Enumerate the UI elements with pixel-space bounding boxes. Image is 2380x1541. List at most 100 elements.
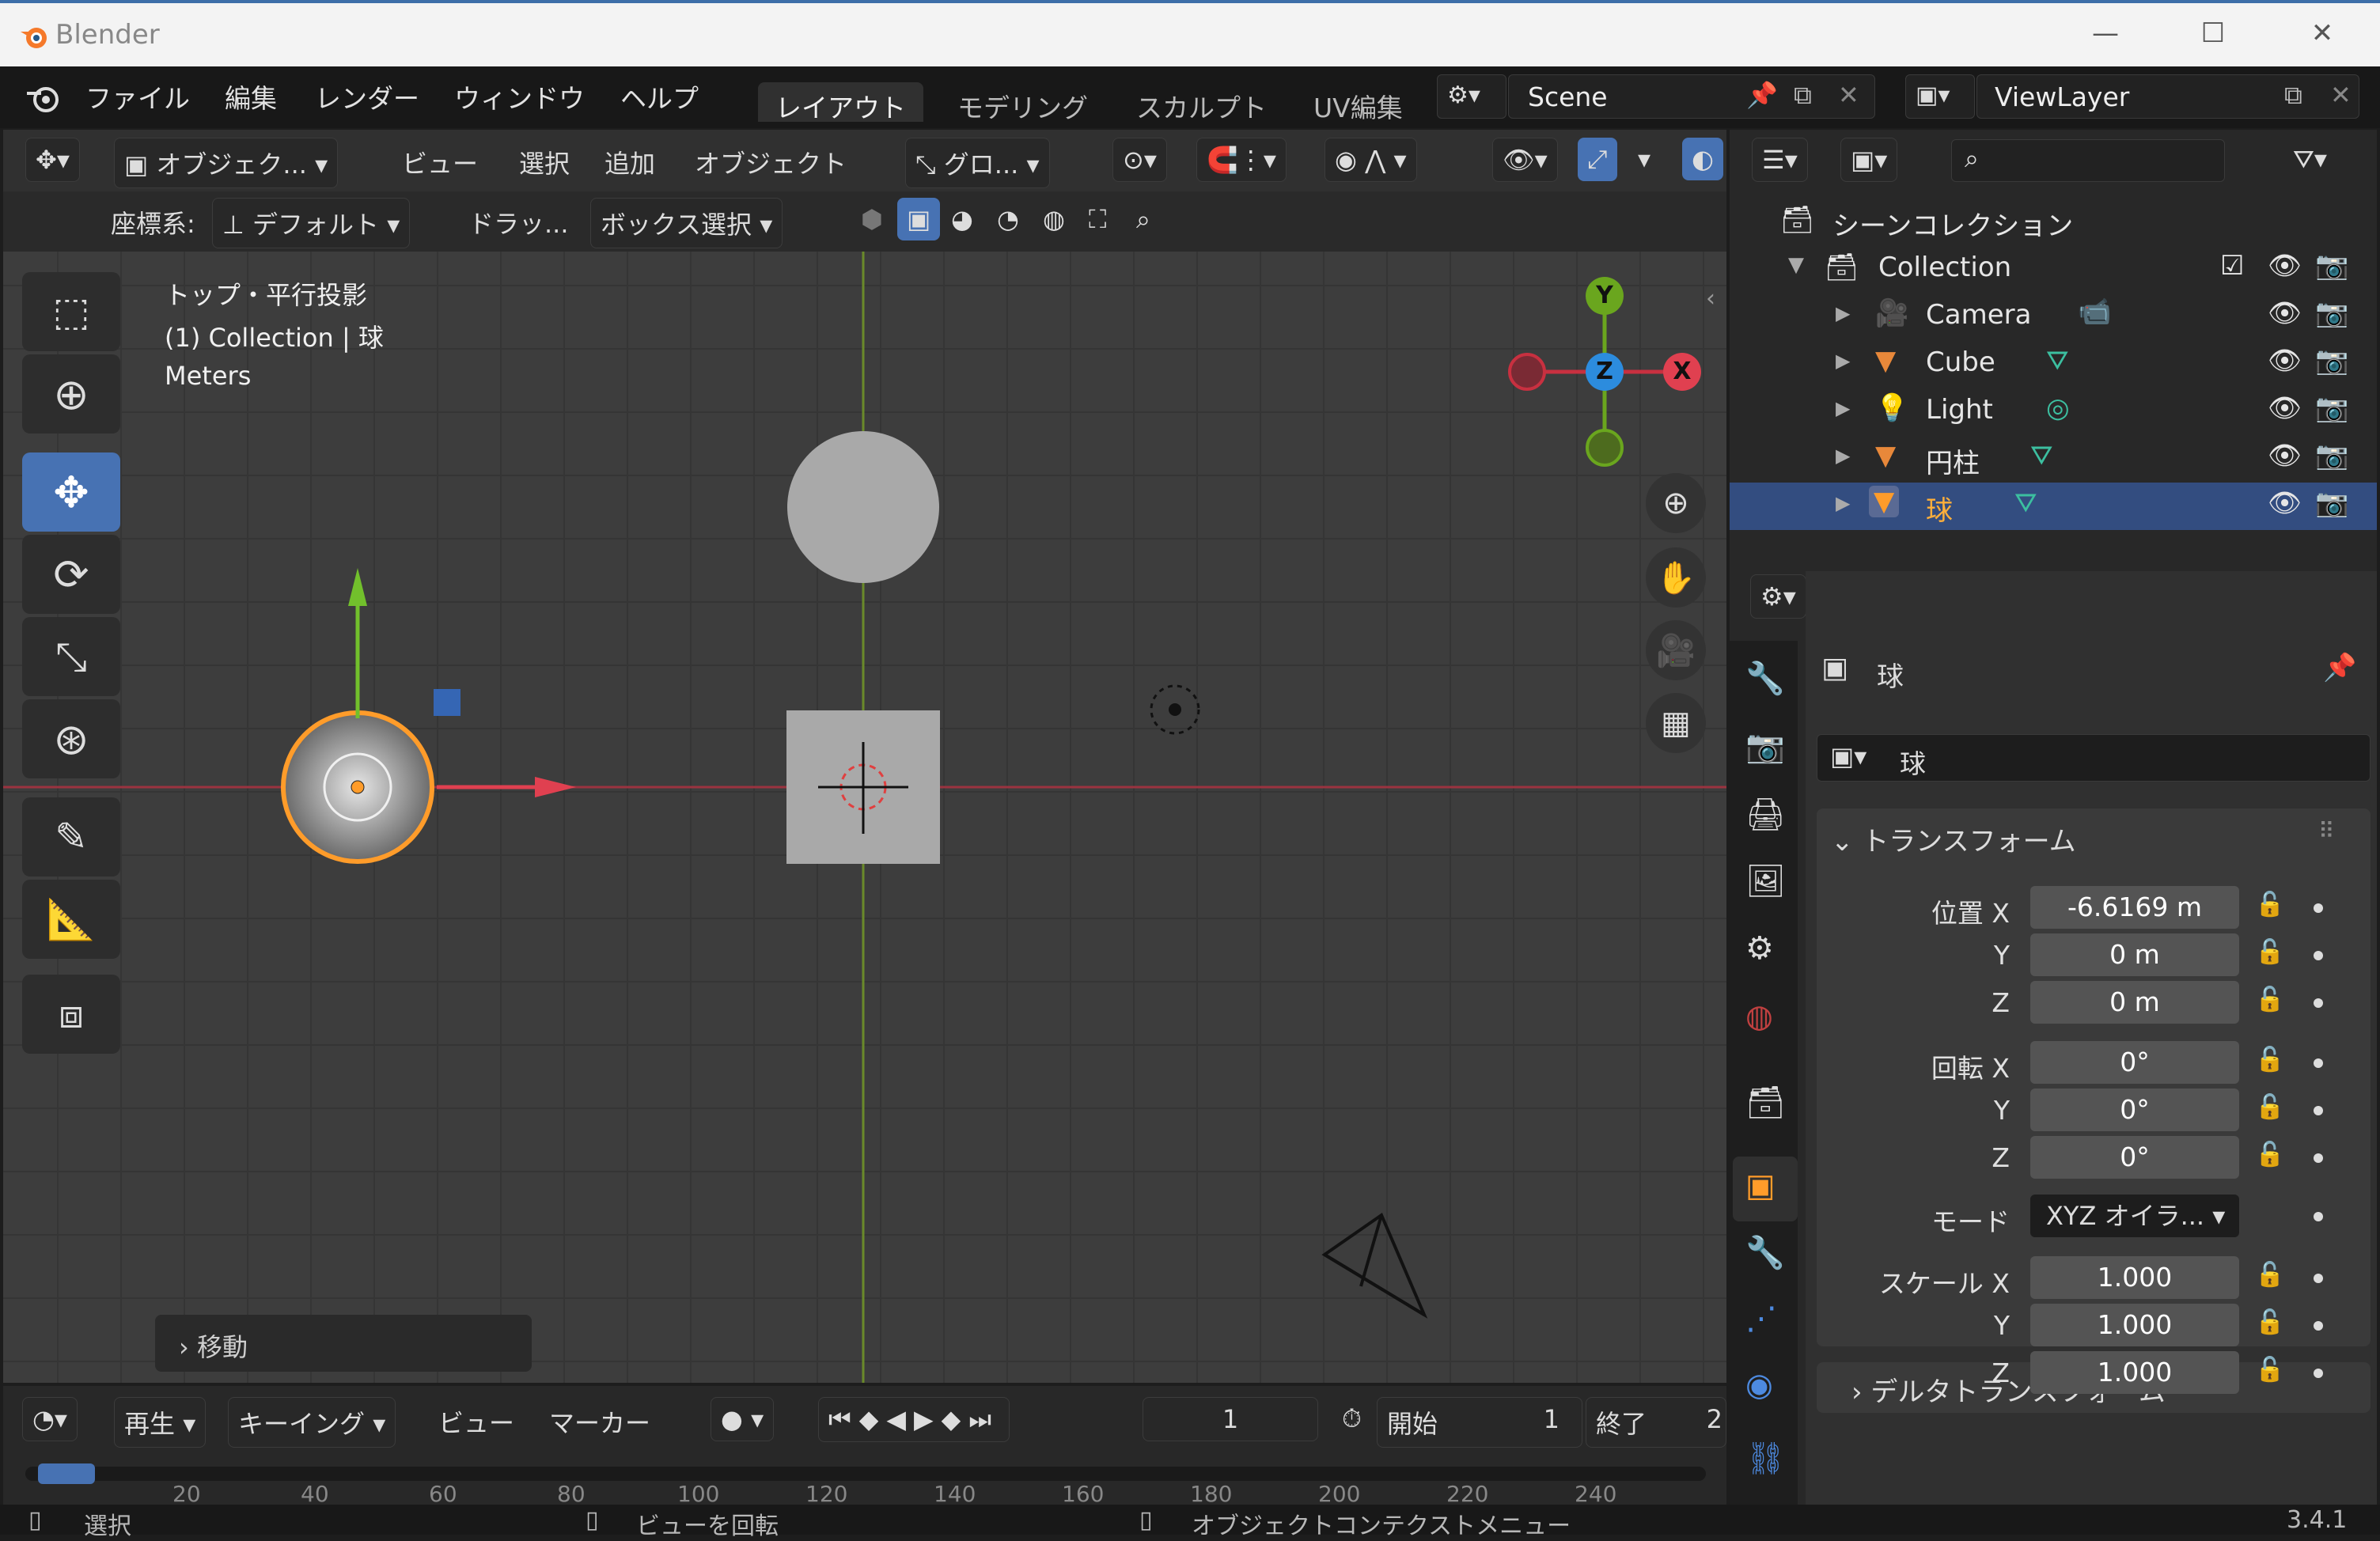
collection-row[interactable]: ▼ 🗃 Collection ☑ 👁 📷 [1730, 245, 2377, 293]
tab-sculpting[interactable]: スカルプト [1119, 82, 1284, 123]
lock-icon[interactable]: 🔓 [2255, 1356, 2284, 1384]
pan-button[interactable]: ✋ [1646, 547, 1706, 608]
gizmo-z-axis[interactable]: Z [1586, 353, 1624, 391]
view-layer-tab-icon[interactable]: 🖼 [1745, 862, 1786, 899]
keyframe-dot[interactable] [2314, 1106, 2323, 1115]
eye-icon[interactable]: 👁 [2268, 392, 2302, 424]
render-camera-icon[interactable]: 📷 [2315, 487, 2348, 519]
scale-y-field[interactable]: 1.000 [2030, 1304, 2239, 1346]
object-name-field[interactable]: ▣▾ 球 [1817, 734, 2371, 782]
tool-rotate[interactable]: ⟳ [22, 535, 120, 614]
gizmo-y-axis[interactable]: Y [1586, 277, 1624, 315]
start-frame-field[interactable]: 開始 1 [1377, 1397, 1582, 1448]
exclude-checkbox[interactable]: ☑ [2220, 250, 2244, 282]
close-button[interactable]: ✕ [2302, 17, 2342, 49]
coordinate-system-dropdown[interactable]: ⊥ デフォルト ▾ [212, 198, 411, 248]
mesh-data-icon[interactable]: ⛛ [2046, 345, 2069, 377]
render-camera-icon[interactable]: 📷 [2315, 297, 2348, 329]
expand-right-icon[interactable]: ▶ [1836, 302, 1850, 324]
shading-wire-icon[interactable]: ⬢ [851, 198, 892, 240]
playback-controls[interactable]: ⏮◆◀▶◆⏭ [818, 1397, 1010, 1442]
proportional-edit-toggle[interactable]: ◉ ⋀ ▾ [1325, 138, 1417, 182]
outliner-item-cylinder[interactable]: ▶ ▼ 円柱 ⛛ 👁 📷 [1730, 435, 2377, 483]
light-data-icon[interactable]: ◎ [2046, 392, 2070, 424]
lock-icon[interactable]: 🔓 [2255, 1261, 2284, 1289]
zoom-button[interactable]: ⊕ [1646, 473, 1706, 533]
tool-measure[interactable]: 📐 [22, 880, 120, 959]
current-frame-field[interactable]: 1 [1143, 1397, 1318, 1441]
marker-menu[interactable]: マーカー [540, 1397, 660, 1446]
tool-tab-icon[interactable]: 🔧 [1745, 660, 1785, 697]
keyframe-dot[interactable] [2314, 951, 2323, 960]
scale-x-field[interactable]: 1.000 [2030, 1256, 2239, 1299]
location-z-field[interactable]: 0 m [2030, 981, 2239, 1024]
outliner-item-cube[interactable]: ▶ ▼ Cube ⛛ 👁 📷 [1730, 340, 2377, 388]
new-scene-icon[interactable]: ⧉ [1794, 80, 1812, 111]
tab-uv-editing[interactable]: UV編集 [1296, 82, 1420, 123]
render-tab-icon[interactable]: 📷 [1745, 728, 1785, 765]
world-icon[interactable]: ◍ [1033, 198, 1074, 240]
scene-tab-icon[interactable]: ⚙ [1745, 930, 1774, 967]
expand-right-icon[interactable]: ▶ [1836, 445, 1850, 467]
auto-keying-toggle[interactable]: ● ▾ [711, 1397, 775, 1441]
object-tab[interactable]: ▣ [1733, 1157, 1798, 1221]
outliner-editor-type[interactable]: ☰▾ [1752, 138, 1808, 182]
delete-scene-icon[interactable]: ✕ [1838, 80, 1859, 110]
location-x-field[interactable]: -6.6169 m [2030, 886, 2239, 929]
expand-down-icon[interactable]: ▼ [1788, 253, 1804, 277]
menu-window[interactable]: ウィンドウ [454, 78, 585, 115]
physics-tab-icon[interactable]: ◉ [1745, 1367, 1773, 1403]
gizmo-toggle[interactable]: ⤢ [1578, 138, 1617, 181]
render-camera-icon[interactable]: 📷 [2315, 250, 2348, 282]
pin-icon[interactable]: 📌 [2323, 652, 2356, 683]
outliner-search-input[interactable]: ⌕ [1951, 139, 2225, 182]
keyframe-dot[interactable] [2314, 1369, 2323, 1378]
lock-icon[interactable]: 🔓 [2255, 1046, 2284, 1073]
lock-icon[interactable]: 🔓 [2255, 1093, 2284, 1121]
scene-collection-row[interactable]: 🗃 シーンコレクション [1730, 198, 2377, 245]
last-operator-panel[interactable]: › 移動 [155, 1315, 532, 1372]
scene-field[interactable]: Scene 📌 ⧉ ✕ [1508, 74, 1875, 119]
keyframe-dot[interactable] [2314, 903, 2323, 913]
scene-selector-button[interactable]: ⚙▾ [1437, 74, 1506, 119]
particles-tab-icon[interactable]: ⋰ [1745, 1301, 1777, 1337]
location-y-field[interactable]: 0 m [2030, 933, 2239, 976]
drag-handle-icon[interactable]: ⠿ [2318, 818, 2335, 844]
mesh-data-icon[interactable]: ⛛ [2014, 487, 2037, 519]
menu-view[interactable]: ビュー [392, 138, 487, 187]
minimize-button[interactable]: — [2086, 17, 2125, 49]
transform-orientation-dropdown[interactable]: ⤡ グロ... ▾ [905, 138, 1050, 188]
keyframe-dot[interactable] [2314, 1321, 2323, 1331]
tab-modeling[interactable]: モデリング [940, 82, 1105, 123]
sidebar-toggle-icon[interactable]: ‹ [1706, 285, 1715, 312]
scale-z-field[interactable]: 1.000 [2030, 1351, 2239, 1394]
tool-annotate[interactable]: ✎ [22, 797, 120, 877]
tool-select-box[interactable]: ⬚ [22, 272, 120, 351]
keyframe-dot[interactable] [2314, 1274, 2323, 1283]
menu-file[interactable]: ファイル [85, 78, 190, 115]
3d-viewport[interactable]: トップ・平行投影 (1) Collection | 球 Meters Y Z X… [3, 252, 1726, 1383]
keyframe-dot[interactable] [2314, 1058, 2323, 1068]
timeline-view-menu[interactable]: ビュー [429, 1397, 524, 1446]
keyframe-dot[interactable] [2314, 1212, 2323, 1221]
collection-tab-icon[interactable]: 🗃 [1745, 1084, 1786, 1121]
camera-data-icon[interactable]: 📹 [2078, 296, 2111, 328]
constraints-tab-icon[interactable]: ⛓ [1745, 1440, 1786, 1477]
keyframe-dot[interactable] [2314, 998, 2323, 1008]
eye-icon[interactable]: 👁 [2268, 297, 2302, 329]
pivot-point-dropdown[interactable]: ⊙▾ [1112, 138, 1167, 182]
end-frame-field[interactable]: 終了 2 [1586, 1397, 1726, 1448]
menu-edit[interactable]: 編集 [225, 78, 277, 115]
world-tab-icon[interactable]: ◍ [1745, 998, 1773, 1035]
ortho-toggle-button[interactable]: ▦ [1646, 693, 1706, 753]
menu-object[interactable]: オブジェクト [685, 138, 856, 187]
overlay-toggle[interactable]: ◐ [1682, 138, 1723, 180]
rotation-z-field[interactable]: 0° [2030, 1136, 2239, 1179]
outliner-item-sphere[interactable]: ▶ ▼ 球 ⛛ 👁 📷 [1730, 483, 2377, 530]
stamp-icon[interactable]: ⛶ [1079, 198, 1116, 241]
viewlayer-selector-button[interactable]: ▣▾ [1905, 74, 1975, 119]
render-camera-icon[interactable]: 📷 [2315, 440, 2348, 471]
tab-layout[interactable]: レイアウト [758, 82, 923, 123]
blender-menu-icon[interactable] [24, 81, 63, 115]
tool-transform[interactable]: ⊛ [22, 699, 120, 778]
